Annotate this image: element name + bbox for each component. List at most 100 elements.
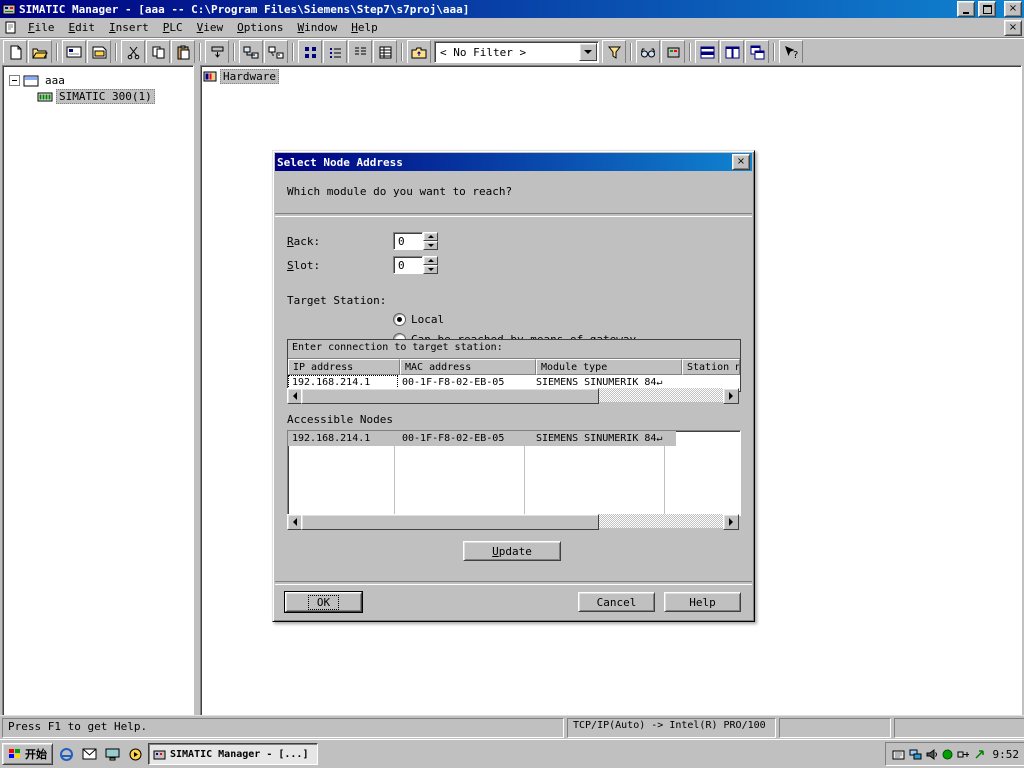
- offline-button[interactable]: [264, 40, 288, 64]
- menu-edit[interactable]: Edit: [62, 19, 103, 36]
- dialog-titlebar[interactable]: Select Node Address ×: [275, 153, 752, 171]
- column-header-station-name[interactable]: Station name: [682, 359, 740, 375]
- simulate-button[interactable]: [661, 40, 685, 64]
- online-button[interactable]: [239, 40, 263, 64]
- scroll-right-button[interactable]: [723, 388, 739, 404]
- minimize-button[interactable]: [957, 1, 975, 17]
- slot-spin-up-button[interactable]: [423, 256, 438, 265]
- slot-spin-down-button[interactable]: [423, 265, 438, 274]
- node-mac-cell[interactable]: 00-1F-F8-02-EB-05: [398, 431, 532, 446]
- help-button[interactable]: Help: [664, 592, 741, 612]
- up-one-level-button[interactable]: [407, 40, 431, 64]
- tree-row-root[interactable]: aaa: [5, 72, 191, 88]
- taskbar-clock[interactable]: 9:52: [989, 748, 1020, 761]
- node-station-name-cell[interactable]: [676, 431, 740, 446]
- quicklaunch-media-icon[interactable]: [125, 744, 145, 764]
- rack-spin-buttons: [423, 232, 438, 250]
- quicklaunch-desktop-icon[interactable]: [102, 744, 122, 764]
- menu-view[interactable]: View: [190, 19, 231, 36]
- column-header-module-type[interactable]: Module type: [536, 359, 682, 375]
- volume-icon[interactable]: [926, 749, 938, 760]
- connection-table-hscrollbar[interactable]: [287, 388, 739, 402]
- scroll-right-button[interactable]: [723, 514, 739, 530]
- quicklaunch-mail-icon[interactable]: [79, 744, 99, 764]
- task-button-simatic[interactable]: SIMATIC Manager - [...]: [148, 743, 318, 765]
- tree-row-child[interactable]: SIMATIC 300(1): [5, 88, 191, 104]
- accessible-nodes-button[interactable]: [62, 40, 86, 64]
- start-button[interactable]: 开始: [2, 743, 53, 765]
- toolbar-separator: [292, 43, 294, 61]
- monitor-button[interactable]: [636, 40, 660, 64]
- menu-options[interactable]: Options: [230, 19, 290, 36]
- column-header-mac[interactable]: MAC address: [400, 359, 536, 375]
- project-tree-panel[interactable]: aaa SIMATIC 300(1): [2, 65, 194, 718]
- large-icons-button[interactable]: [298, 40, 322, 64]
- copy-button[interactable]: [146, 40, 170, 64]
- filter-button[interactable]: [602, 40, 626, 64]
- help-button-toolbar[interactable]: ?: [779, 40, 803, 64]
- menu-file[interactable]: File: [21, 19, 62, 36]
- radio-row-local: Local: [393, 312, 444, 326]
- task-label: SIMATIC Manager - [...]: [170, 749, 308, 760]
- column-header-ip[interactable]: IP address: [288, 359, 400, 375]
- details-view-button[interactable]: [373, 40, 397, 64]
- spin-down-icon: [428, 268, 434, 271]
- combo-dropdown-button[interactable]: [579, 43, 597, 61]
- app-icon[interactable]: [2, 2, 16, 16]
- input-method-icon[interactable]: [892, 749, 905, 760]
- mdi-child-icon[interactable]: [4, 21, 17, 34]
- app-titlebar[interactable]: SIMATIC Manager - [aaa -- C:\Program Fil…: [0, 0, 1024, 18]
- memory-card-button[interactable]: [87, 40, 111, 64]
- list-view-button[interactable]: [348, 40, 372, 64]
- cancel-button[interactable]: Cancel: [578, 592, 655, 612]
- menu-insert[interactable]: Insert: [102, 19, 156, 36]
- close-button[interactable]: ×: [1004, 1, 1022, 17]
- update-button[interactable]: Update: [463, 541, 561, 561]
- project-icon: [23, 74, 39, 87]
- menu-help[interactable]: Help: [344, 19, 385, 36]
- cut-button[interactable]: [121, 40, 145, 64]
- tree-item-simatic-300[interactable]: SIMATIC 300(1): [56, 89, 155, 104]
- nodes-list-hscrollbar[interactable]: [287, 514, 739, 528]
- slot-input[interactable]: 0: [393, 256, 423, 274]
- rack-spin-down-button[interactable]: [423, 241, 438, 250]
- menu-plc[interactable]: PLC: [156, 19, 190, 36]
- rack-spin-up-button[interactable]: [423, 232, 438, 241]
- small-icons-button[interactable]: [323, 40, 347, 64]
- safely-remove-icon[interactable]: [974, 749, 985, 760]
- tile-vertical-button[interactable]: [720, 40, 744, 64]
- node-module-type-cell[interactable]: SIEMENS SINUMERIK 84↵: [532, 431, 676, 446]
- radio-local[interactable]: [393, 313, 406, 326]
- quicklaunch-browser-icon[interactable]: [56, 744, 76, 764]
- cascade-button[interactable]: [745, 40, 769, 64]
- connection-table: Enter connection to target station: IP a…: [287, 339, 741, 392]
- ok-button[interactable]: OK: [285, 592, 362, 612]
- slot-label: Slot:: [287, 259, 320, 272]
- tree-item-aaa[interactable]: aaa: [42, 73, 68, 88]
- scroll-thumb[interactable]: [301, 514, 599, 530]
- accessible-nodes-list[interactable]: 192.168.214.1 00-1F-F8-02-EB-05 SIEMENS …: [287, 430, 741, 516]
- rack-input[interactable]: 0: [393, 232, 423, 250]
- menu-window[interactable]: Window: [291, 19, 345, 36]
- download-button[interactable]: [205, 40, 229, 64]
- hardware-label[interactable]: Hardware: [220, 69, 279, 84]
- svg-text:?: ?: [793, 50, 798, 60]
- filter-combobox[interactable]: < No Filter >: [434, 41, 599, 63]
- antivirus-icon[interactable]: [942, 749, 953, 760]
- new-button[interactable]: [3, 40, 27, 64]
- restore-button[interactable]: [978, 1, 996, 17]
- node-row[interactable]: 192.168.214.1 00-1F-F8-02-EB-05 SIEMENS …: [288, 431, 740, 446]
- connection-status-icon[interactable]: [957, 749, 970, 760]
- node-ip-cell[interactable]: 192.168.214.1: [288, 431, 398, 446]
- scroll-thumb[interactable]: [301, 388, 599, 404]
- expand-collapse-box[interactable]: [9, 75, 20, 86]
- tile-horizontal-button[interactable]: [695, 40, 719, 64]
- network-icon[interactable]: [909, 749, 922, 760]
- paste-button[interactable]: [171, 40, 195, 64]
- spin-up-icon: [428, 259, 434, 262]
- mdi-close-button[interactable]: ×: [1004, 20, 1022, 36]
- column-divider: [394, 431, 395, 515]
- dialog-close-button[interactable]: ×: [732, 154, 750, 170]
- open-button[interactable]: [28, 40, 52, 64]
- hardware-item[interactable]: Hardware: [203, 69, 1019, 84]
